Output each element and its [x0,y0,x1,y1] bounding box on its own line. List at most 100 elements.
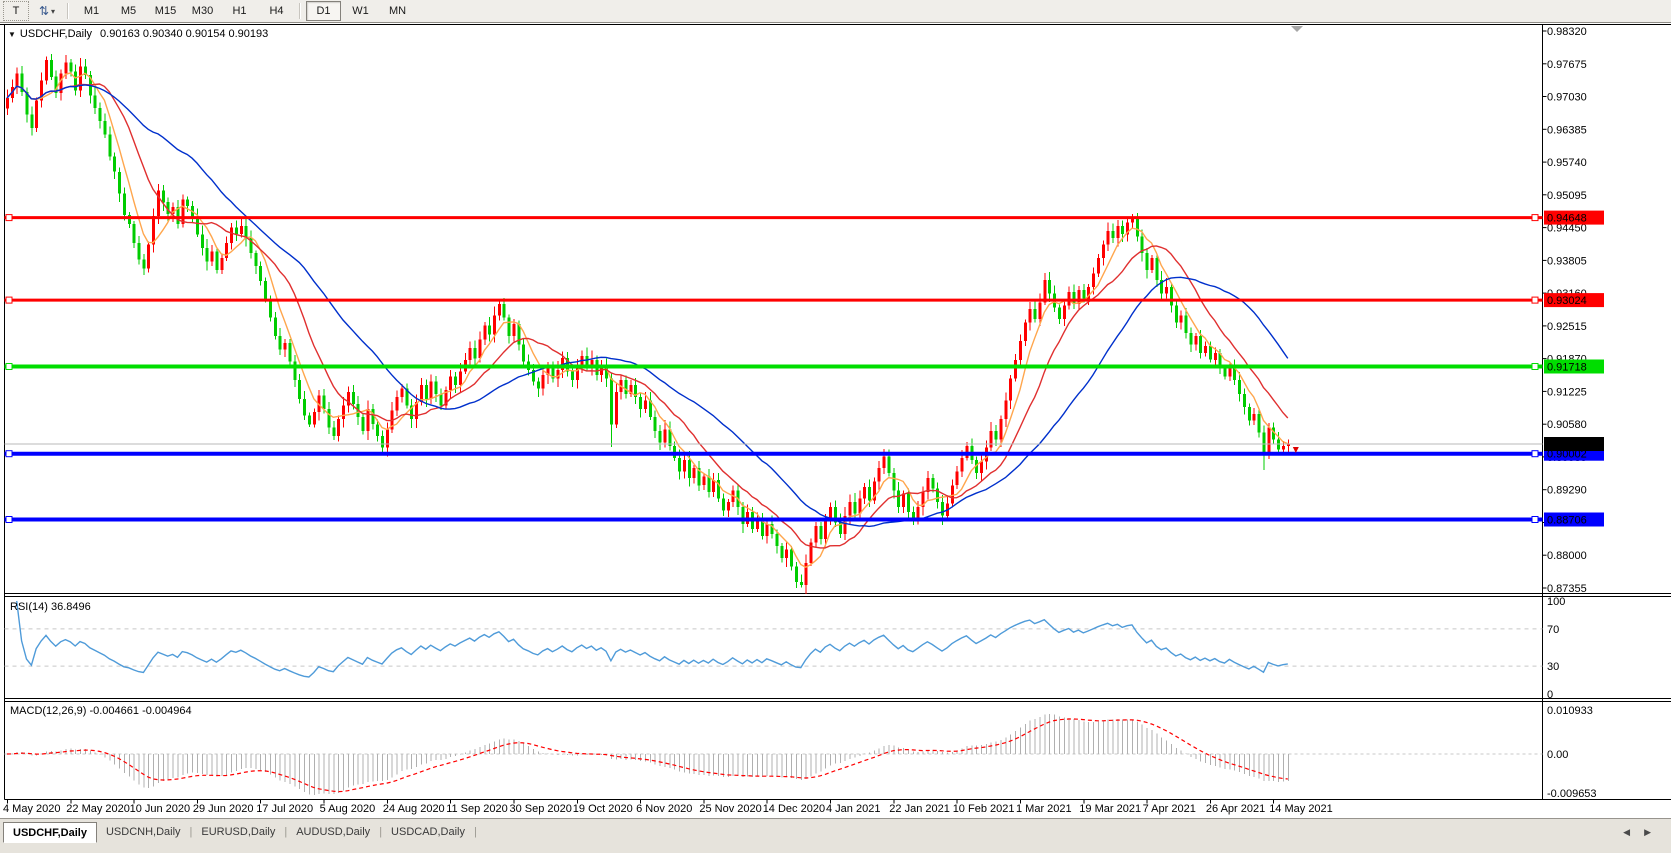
date-tick-label: 19 Mar 2021 [1079,803,1141,815]
rsi-indicator-label: RSI(14) 36.8496 [10,601,91,613]
price-axis[interactable]: 0.983200.976750.970300.963850.957400.950… [1543,26,1605,595]
moving-average-slow [7,85,1288,527]
candle-body [16,74,19,87]
candle-body [449,377,452,391]
candle-body [454,377,457,386]
candle-body [1277,440,1280,450]
date-tick-label: 30 Sep 2020 [510,803,572,815]
candle-body [425,385,428,399]
candle-body [74,72,77,91]
candle-body [352,392,355,404]
candle-body [766,524,769,536]
hline-handle[interactable] [6,517,12,523]
price-tick-label: 0.92515 [1547,321,1587,333]
candle-body [50,60,53,77]
candle-body [849,502,852,516]
hline-price-label: 0.93024 [1547,295,1587,307]
candle-body [99,108,102,121]
candle-body [235,228,238,235]
candle-body [819,526,822,539]
candle-body [327,409,330,427]
hline-handle[interactable] [6,364,12,370]
candle-body [503,304,506,318]
chart-tab-audusd[interactable]: AUDUSD,Daily [287,822,379,841]
candle-body [1150,258,1153,270]
symbol-period-label: USDCHF,Daily [20,28,92,40]
hline-price-label: 0.88706 [1547,515,1587,527]
candle-body [469,348,472,360]
candle-body [1073,292,1076,304]
candle-body [659,431,662,443]
rsi-axis-label: 70 [1547,624,1559,636]
macd-indicator-label: MACD(12,26,9) -0.004661 -0.004964 [10,705,192,717]
candle-body [995,431,998,440]
date-tick-label: 29 Jun 2020 [193,803,254,815]
candle-body [931,478,934,488]
date-tick-label: 14 May 2021 [1269,803,1333,815]
panel-borders [0,25,1671,800]
hline-handle[interactable] [6,215,12,221]
candle-body [537,382,540,389]
macd-panel: 0.0109330.00-0.009653 [5,705,1597,800]
candle-body [1082,290,1085,299]
chart-tab-usdchf[interactable]: USDCHF,Daily [3,822,97,843]
candle-body [400,389,403,397]
candles-layer [6,54,1290,594]
candle-body [133,224,136,243]
candle-body [1014,360,1017,379]
hline-handle[interactable] [1532,517,1538,523]
candle-body [1248,407,1251,421]
price-tick-label: 0.88000 [1547,550,1587,562]
candle-body [571,371,574,380]
current-price-label: 0.90193 [1547,439,1587,451]
scroll-to-end-marker-icon[interactable] [1291,26,1303,32]
candle-body [654,417,657,431]
ohlc-values: 0.90163 0.90340 0.90154 0.90193 [100,28,268,40]
price-tick-label: 0.95095 [1547,190,1587,202]
candle-body [386,429,389,447]
candle-body [196,218,199,235]
candle-body [1102,244,1105,258]
candle-body [902,493,905,507]
chart-tab-usdcad[interactable]: USDCAD,Daily [382,822,474,841]
candle-body [108,135,111,157]
candle-body [483,326,486,340]
candle-body [147,244,150,268]
date-tick-label: 1 Mar 2021 [1016,803,1072,815]
candle-body [1107,231,1110,244]
price-chart[interactable]: 0.983200.976750.970300.963850.957400.950… [0,0,1671,818]
chart-tab-eurusd[interactable]: EURUSD,Daily [192,822,284,841]
candle-body [892,473,895,490]
chart-tab-usdcnh[interactable]: USDCNH,Daily [97,822,190,841]
hline-price-label: 0.91718 [1547,362,1587,374]
candle-body [1097,258,1100,273]
candle-body [493,316,496,335]
candle-body [259,266,262,281]
tab-scroll-buttons: ◀ ▶ [1623,822,1671,838]
tab-scroll-left-icon[interactable]: ◀ [1623,827,1630,838]
candle-body [113,157,116,172]
candle-body [610,379,613,425]
hline-handle[interactable] [1532,451,1538,457]
candle-body [478,339,481,358]
candle-body [1189,333,1192,345]
candle-body [999,419,1002,439]
hline-handle[interactable] [6,451,12,457]
candle-body [439,394,442,406]
hline-handle[interactable] [1532,215,1538,221]
tab-scroll-right-icon[interactable]: ▶ [1644,827,1651,838]
rsi-panel: 10070300 [5,596,1566,701]
hline-handle[interactable] [6,297,12,303]
price-tick-label: 0.97030 [1547,92,1587,104]
candle-body [1253,414,1256,421]
candle-body [269,299,272,318]
candle-body [459,371,462,385]
hline-handle[interactable] [1532,364,1538,370]
candle-body [1214,353,1217,360]
date-tick-label: 4 Jan 2021 [826,803,880,815]
candle-body [35,101,38,128]
date-axis[interactable]: 4 May 202022 May 202010 Jun 202029 Jun 2… [3,800,1333,816]
hline-handle[interactable] [1532,297,1538,303]
price-tick-label: 0.93805 [1547,255,1587,267]
moving-average-medium [7,84,1288,548]
